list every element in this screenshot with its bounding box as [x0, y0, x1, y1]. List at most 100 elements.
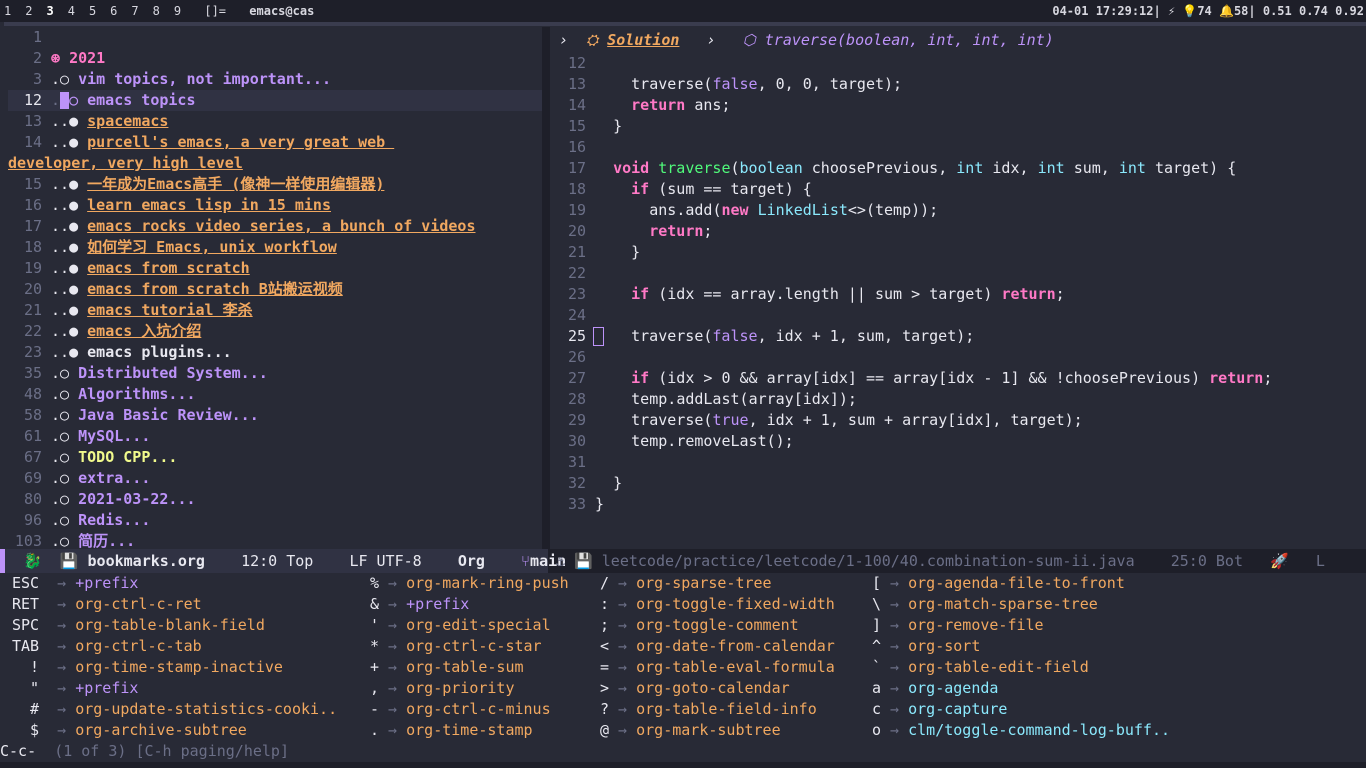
- org-line[interactable]: 12 . ○ emacs topics: [8, 90, 542, 111]
- which-key-entry[interactable]: * → org-ctrl-c-star: [370, 636, 569, 657]
- command-name[interactable]: org-table-sum: [406, 658, 523, 676]
- command-name[interactable]: org-time-stamp-inactive: [75, 658, 283, 676]
- command-name[interactable]: org-toggle-comment: [636, 616, 799, 634]
- which-key-entry[interactable]: TAB → org-ctrl-c-tab: [12, 636, 337, 657]
- org-line[interactable]: 58 .○ Java Basic Review...: [8, 405, 542, 426]
- org-link[interactable]: emacs from scratch: [87, 259, 250, 277]
- command-name[interactable]: org-table-edit-field: [908, 658, 1089, 676]
- java-buffer-pane[interactable]: › ⛭ Solution › ⬡ traverse(boolean, int, …: [550, 27, 1366, 549]
- code-line[interactable]: 17 void traverse(boolean choosePrevious,…: [550, 158, 1366, 179]
- code-line[interactable]: 26: [550, 347, 1366, 368]
- org-line[interactable]: 16 ..● learn emacs lisp in 15 mins: [8, 195, 542, 216]
- org-line[interactable]: 17 ..● emacs rocks video series, a bunch…: [8, 216, 542, 237]
- org-link[interactable]: purcell's emacs, a very great web: [87, 133, 394, 151]
- command-name[interactable]: +prefix: [406, 595, 469, 613]
- command-name[interactable]: org-table-eval-formula: [636, 658, 835, 676]
- command-name[interactable]: org-ctrl-c-tab: [75, 637, 201, 655]
- which-key-entry[interactable]: ! → org-time-stamp-inactive: [12, 657, 337, 678]
- code-line[interactable]: 12: [550, 53, 1366, 74]
- which-key-entry[interactable]: [ → org-agenda-file-to-front: [872, 573, 1170, 594]
- command-name[interactable]: org-ctrl-c-minus: [406, 700, 551, 718]
- which-key-entry[interactable]: ; → org-toggle-comment: [600, 615, 835, 636]
- which-key-entry[interactable]: a → org-agenda: [872, 678, 1170, 699]
- command-name[interactable]: org-edit-special: [406, 616, 551, 634]
- command-name[interactable]: org-ctrl-c-star: [406, 637, 541, 655]
- org-link[interactable]: emacs rocks video series, a bunch of vid…: [87, 217, 475, 235]
- command-name[interactable]: +prefix: [75, 679, 138, 697]
- command-name[interactable]: org-match-sparse-tree: [908, 595, 1098, 613]
- org-link[interactable]: 一年成为Emacs高手 (像神一样使用编辑器): [87, 175, 384, 193]
- code-editor[interactable]: 12 13 traverse(false, 0, 0, target); 14 r…: [550, 53, 1366, 515]
- command-name[interactable]: org-remove-file: [908, 616, 1043, 634]
- code-line[interactable]: 24: [550, 305, 1366, 326]
- command-name[interactable]: org-ctrl-c-ret: [75, 595, 201, 613]
- code-line[interactable]: 25 traverse(false, idx + 1, sum, target)…: [550, 326, 1366, 347]
- workspace-8[interactable]: 8: [153, 0, 160, 22]
- which-key-entry[interactable]: ESC → +prefix: [12, 573, 337, 594]
- which-key-entry[interactable]: @ → org-mark-subtree: [600, 720, 835, 741]
- org-link[interactable]: emacs tutorial 李杀: [87, 301, 252, 319]
- workspace-3[interactable]: 3: [46, 0, 53, 22]
- which-key-entry[interactable]: o → clm/toggle-command-log-buff..: [872, 720, 1170, 741]
- org-line[interactable]: 67 .○ TODO CPP...: [8, 447, 542, 468]
- code-line[interactable]: 13 traverse(false, 0, 0, target);: [550, 74, 1366, 95]
- code-line[interactable]: 18 if (sum == target) {: [550, 179, 1366, 200]
- code-line[interactable]: 14 return ans;: [550, 95, 1366, 116]
- org-link[interactable]: spacemacs: [87, 112, 168, 130]
- which-key-entry[interactable]: SPC → org-table-blank-field: [12, 615, 337, 636]
- org-line[interactable]: 3 .○ vim topics, not important...: [8, 69, 542, 90]
- command-name[interactable]: org-agenda-file-to-front: [908, 574, 1125, 592]
- org-line[interactable]: 22 ..● emacs 入坑介绍: [8, 321, 542, 342]
- org-line[interactable]: 20 ..● emacs from scratch B站搬运视频: [8, 279, 542, 300]
- buffer-file-path[interactable]: leetcode/practice/leetcode/1-100/40.comb…: [602, 552, 1135, 570]
- org-buffer-pane[interactable]: 1 2 ⊛ 2021 3 .○ vim topics, not important…: [8, 27, 542, 549]
- workspace-5[interactable]: 5: [89, 0, 96, 22]
- encoding[interactable]: LF UTF-8: [349, 552, 421, 570]
- which-key-entry[interactable]: - → org-ctrl-c-minus: [370, 699, 569, 720]
- code-line[interactable]: 22: [550, 263, 1366, 284]
- command-name[interactable]: org-toggle-fixed-width: [636, 595, 835, 613]
- org-line[interactable]: 1: [8, 27, 542, 48]
- which-key-entry[interactable]: # → org-update-statistics-cooki..: [12, 699, 337, 720]
- window-divider[interactable]: [542, 27, 550, 549]
- code-line[interactable]: 29 traverse(true, idx + 1, sum + array[i…: [550, 410, 1366, 431]
- workspace-4[interactable]: 4: [68, 0, 75, 22]
- workspace-1[interactable]: 1: [4, 0, 11, 22]
- org-line[interactable]: 80 .○ 2021-03-22...: [8, 489, 542, 510]
- command-name[interactable]: clm/toggle-command-log-buff..: [908, 721, 1170, 739]
- which-key-entry[interactable]: " → +prefix: [12, 678, 337, 699]
- command-name[interactable]: org-time-stamp: [406, 721, 532, 739]
- breadcrumb-class[interactable]: Solution: [607, 31, 679, 49]
- command-name[interactable]: org-table-field-info: [636, 700, 817, 718]
- org-link[interactable]: learn emacs lisp in 15 mins: [87, 196, 331, 214]
- org-line[interactable]: 23 ..● emacs plugins...: [8, 342, 542, 363]
- code-line[interactable]: 27 if (idx > 0 && array[idx] == array[id…: [550, 368, 1366, 389]
- which-key-entry[interactable]: . → org-time-stamp: [370, 720, 569, 741]
- which-key-entry[interactable]: ? → org-table-field-info: [600, 699, 835, 720]
- code-line[interactable]: 15 }: [550, 116, 1366, 137]
- code-line[interactable]: 28 temp.addLast(array[idx]);: [550, 389, 1366, 410]
- command-name[interactable]: org-mark-ring-push: [406, 574, 569, 592]
- workspace-2[interactable]: 2: [25, 0, 32, 22]
- which-key-entry[interactable]: ` → org-table-edit-field: [872, 657, 1170, 678]
- code-line[interactable]: 19 ans.add(new LinkedList<>(temp));: [550, 200, 1366, 221]
- code-line[interactable]: 21 }: [550, 242, 1366, 263]
- org-line[interactable]: 2 ⊛ 2021: [8, 48, 542, 69]
- org-line[interactable]: 21 ..● emacs tutorial 李杀: [8, 300, 542, 321]
- which-key-entry[interactable]: : → org-toggle-fixed-width: [600, 594, 835, 615]
- code-line[interactable]: 33 }: [550, 494, 1366, 515]
- which-key-entry[interactable]: c → org-capture: [872, 699, 1170, 720]
- org-line[interactable]: developer, very high level: [8, 153, 542, 174]
- org-line[interactable]: 103 .○ 简历...: [8, 531, 542, 549]
- which-key-entry[interactable]: < → org-date-from-calendar: [600, 636, 835, 657]
- code-line[interactable]: 31: [550, 452, 1366, 473]
- org-line[interactable]: 61 .○ MySQL...: [8, 426, 542, 447]
- which-key-entry[interactable]: + → org-table-sum: [370, 657, 569, 678]
- command-name[interactable]: org-goto-calendar: [636, 679, 790, 697]
- which-key-entry[interactable]: ] → org-remove-file: [872, 615, 1170, 636]
- org-line[interactable]: 18 ..● 如何学习 Emacs, unix workflow: [8, 237, 542, 258]
- org-line[interactable]: 48 .○ Algorithms...: [8, 384, 542, 405]
- which-key-entry[interactable]: \ → org-match-sparse-tree: [872, 594, 1170, 615]
- org-line[interactable]: 19 ..● emacs from scratch: [8, 258, 542, 279]
- command-name[interactable]: org-archive-subtree: [75, 721, 247, 739]
